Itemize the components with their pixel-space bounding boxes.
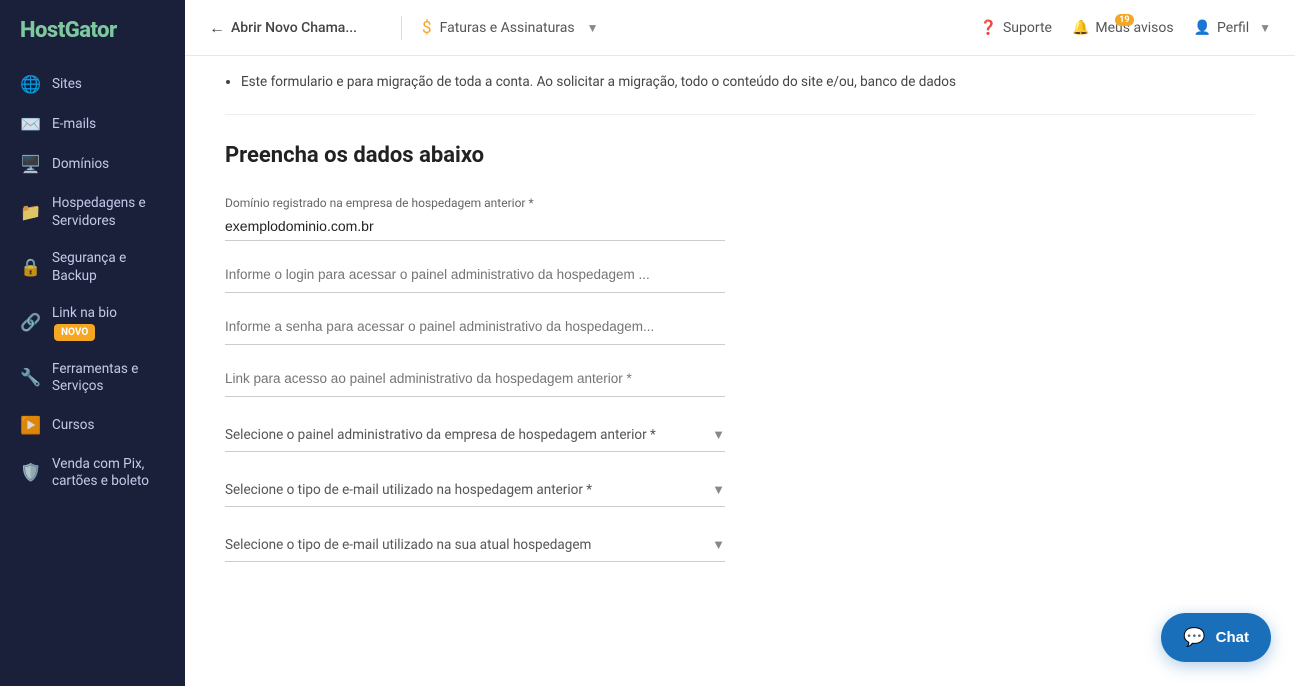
select-email-current-button[interactable]: Selecione o tipo de e-mail utilizado na … (225, 529, 725, 561)
domain-input[interactable] (225, 214, 725, 241)
select-email-type-wrapper: Selecione o tipo de e-mail utilizado na … (225, 474, 725, 507)
sidebar-item-ferramentas[interactable]: 🔧 Ferramentas eServiços (0, 351, 185, 406)
invoices-dropdown-arrow: ▼ (587, 21, 599, 35)
password-input[interactable] (225, 315, 725, 345)
top-note: Este formulario e para migração de toda … (225, 56, 1255, 115)
sidebar-item-label: Venda com Pix,cartões e boleto (52, 456, 149, 491)
back-button[interactable]: ← Abrir Novo Chama... (209, 18, 357, 38)
sidebar-item-label: Link na bio NOVO (52, 305, 117, 341)
profile-button[interactable]: 👤 Perfil ▼ (1194, 20, 1271, 36)
notifications-button[interactable]: 🔔 19 Meus avisos (1072, 20, 1174, 36)
note-text: Este formulario e para migração de toda … (241, 72, 1255, 94)
support-link[interactable]: ❓ Suporte (980, 20, 1052, 36)
domain-field-label: Domínio registrado na empresa de hospeda… (225, 196, 1255, 210)
link-field-group (225, 367, 1255, 397)
chat-icon: 💬 (1183, 627, 1205, 648)
select-email-current-placeholder: Selecione o tipo de e-mail utilizado na … (225, 537, 591, 553)
sidebar-item-label: Sites (52, 76, 82, 94)
emails-icon: ✉️ (20, 115, 40, 135)
sidebar-item-dominios[interactable]: 🖥️ Domínios (0, 145, 185, 185)
section-title: Preencha os dados abaixo (225, 143, 1255, 168)
sidebar-item-label: Cursos (52, 417, 94, 435)
chat-button[interactable]: 💬 Chat (1161, 613, 1271, 662)
sidebar-item-link-bio[interactable]: 🔗 Link na bio NOVO (0, 295, 185, 351)
sites-icon: 🌐 (20, 75, 40, 95)
support-icon: ❓ (980, 20, 997, 36)
brand-name-part2: Gator (65, 18, 117, 43)
select-panel-placeholder: Selecione o painel administrativo da emp… (225, 427, 656, 443)
login-input[interactable] (225, 263, 725, 293)
invoices-icon: $ (422, 18, 432, 38)
select-panel-wrapper: Selecione o painel administrativo da emp… (225, 419, 725, 452)
ferramentas-icon: 🔧 (20, 368, 40, 388)
sidebar-item-label: Ferramentas eServiços (52, 361, 138, 396)
login-field-group (225, 263, 1255, 293)
sidebar-item-label: Hospedagens eServidores (52, 195, 146, 230)
sidebar-item-sites[interactable]: 🌐 Sites (0, 65, 185, 105)
sidebar-item-cursos[interactable]: ▶️ Cursos (0, 406, 185, 446)
topbar-divider (401, 16, 402, 40)
back-label: Abrir Novo Chama... (231, 20, 357, 36)
select-email-type-button[interactable]: Selecione o tipo de e-mail utilizado na … (225, 474, 725, 506)
link-input[interactable] (225, 367, 725, 397)
invoices-menu[interactable]: $ Faturas e Assinaturas ▼ (422, 18, 599, 38)
select-email-type-arrow-icon: ▼ (712, 482, 725, 498)
sidebar-nav: 🌐 Sites ✉️ E-mails 🖥️ Domínios 📁 Hospeda… (0, 59, 185, 507)
main-area: ← Abrir Novo Chama... $ Faturas e Assina… (185, 0, 1295, 686)
select-panel-button[interactable]: Selecione o painel administrativo da emp… (225, 419, 725, 451)
select-panel-arrow-icon: ▼ (712, 427, 725, 443)
seguranca-icon: 🔒 (20, 258, 40, 278)
dominios-icon: 🖥️ (20, 155, 40, 175)
select-email-current-arrow-icon: ▼ (712, 537, 725, 553)
hospedagens-icon: 📁 (20, 203, 40, 223)
chat-label: Chat (1216, 629, 1249, 646)
password-field-group (225, 315, 1255, 345)
sidebar-item-label: Domínios (52, 156, 109, 174)
topbar: ← Abrir Novo Chama... $ Faturas e Assina… (185, 0, 1295, 56)
sidebar-item-seguranca[interactable]: 🔒 Segurança eBackup (0, 240, 185, 295)
sidebar-item-emails[interactable]: ✉️ E-mails (0, 105, 185, 145)
cursos-icon: ▶️ (20, 416, 40, 436)
invoices-label: Faturas e Assinaturas (440, 20, 575, 36)
notifications-label: Meus avisos (1095, 20, 1173, 36)
brand-name-part1: Host (20, 18, 65, 43)
select-email-type-placeholder: Selecione o tipo de e-mail utilizado na … (225, 482, 592, 498)
profile-label: Perfil (1217, 20, 1249, 36)
profile-icon: 👤 (1194, 20, 1211, 36)
brand-logo: HostGator (0, 0, 185, 59)
venda-pix-icon: 🛡️ (20, 463, 40, 483)
new-badge: NOVO (54, 324, 95, 341)
support-label: Suporte (1003, 20, 1052, 36)
sidebar-item-label: Segurança eBackup (52, 250, 126, 285)
sidebar-item-venda-pix[interactable]: 🛡️ Venda com Pix,cartões e boleto (0, 446, 185, 501)
notifications-badge: 19 (1115, 14, 1133, 26)
notifications-icon: 🔔 (1072, 20, 1089, 36)
back-arrow-icon: ← (209, 18, 225, 38)
link-bio-icon: 🔗 (20, 313, 40, 333)
page-content: Este formulario e para migração de toda … (185, 56, 1295, 686)
sidebar-item-label: E-mails (52, 116, 96, 134)
domain-field-group: Domínio registrado na empresa de hospeda… (225, 196, 1255, 241)
select-email-current-wrapper: Selecione o tipo de e-mail utilizado na … (225, 529, 725, 562)
sidebar-item-hospedagens[interactable]: 📁 Hospedagens eServidores (0, 185, 185, 240)
sidebar: HostGator 🌐 Sites ✉️ E-mails 🖥️ Domínios… (0, 0, 185, 686)
profile-dropdown-arrow: ▼ (1259, 21, 1271, 35)
